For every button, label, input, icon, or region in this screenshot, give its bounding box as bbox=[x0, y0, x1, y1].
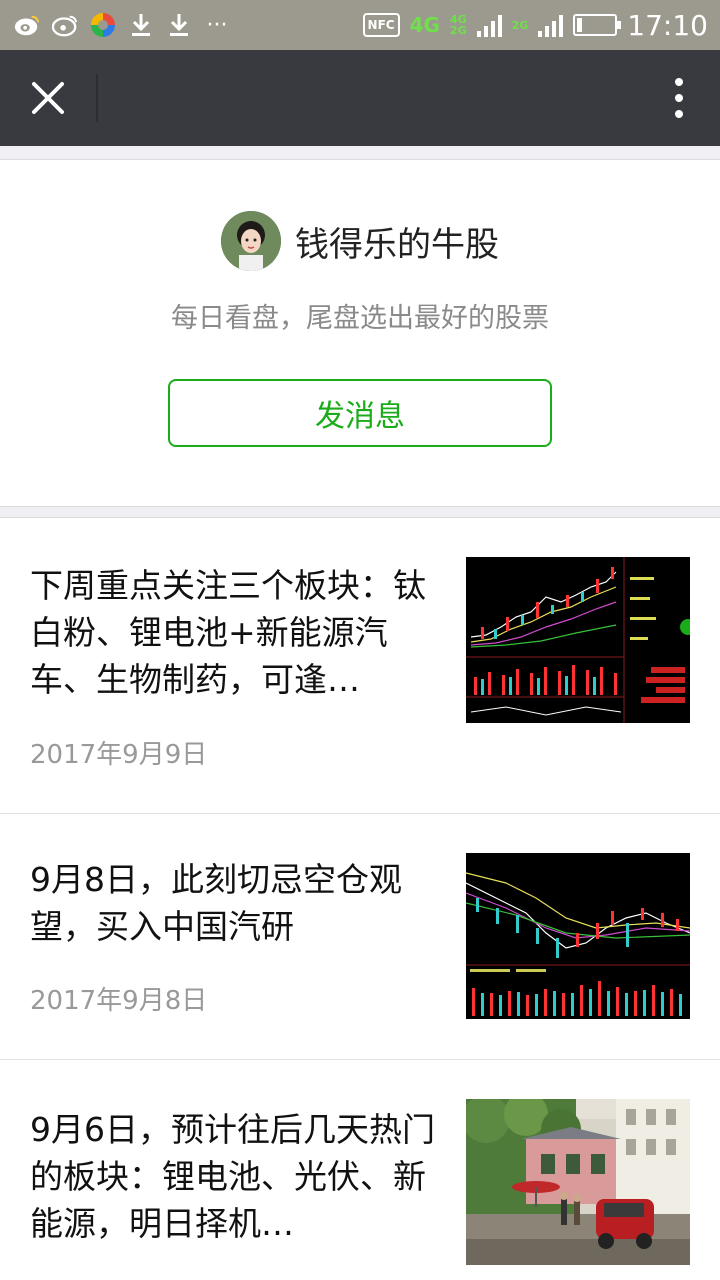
article-item[interactable]: 9月8日，此刻切忌空仓观望，买入中国汽研 2017年9月8日 bbox=[0, 814, 720, 1060]
close-button[interactable] bbox=[20, 70, 76, 126]
street-photo-thumbnail[interactable] bbox=[466, 1099, 690, 1265]
article-date: 2017年9月9日 bbox=[30, 740, 208, 770]
network-2g-label: 2G bbox=[511, 18, 529, 32]
status-bar: ··· NFC 4G 4G 2G 2G 17:10 bbox=[0, 0, 720, 50]
article-item[interactable]: 下周重点关注三个板块：钛白粉、锂电池+新能源汽车、生物制药，可逢… 2017年9… bbox=[0, 518, 720, 814]
download-icon bbox=[128, 12, 154, 38]
title-bar bbox=[0, 50, 720, 146]
signal-bars-icon bbox=[476, 13, 502, 37]
system-status: NFC 4G 4G 2G 2G 17:10 bbox=[362, 6, 708, 44]
weibo-alt-icon bbox=[52, 12, 78, 38]
network-4g-label: 4G bbox=[409, 13, 440, 37]
send-message-button[interactable]: 发消息 bbox=[168, 379, 552, 447]
account-description: 每日看盘，尾盘选出最好的股票 bbox=[171, 303, 549, 334]
article-title[interactable]: 下周重点关注三个板块：钛白粉、锂电池+新能源汽车、生物制药，可逢… bbox=[30, 562, 440, 703]
nfc-indicator: NFC bbox=[362, 13, 400, 37]
article-item[interactable]: 9月6日，预计往后几天热门的板块：锂电池、光伏、新能源，明日择机… bbox=[0, 1060, 720, 1280]
profile-header: 钱得乐的牛股 bbox=[0, 210, 720, 272]
stock-chart-thumbnail[interactable] bbox=[466, 853, 690, 1019]
battery-icon bbox=[573, 14, 622, 36]
signal-bars-secondary-icon bbox=[538, 13, 564, 37]
article-title[interactable]: 9月8日，此刻切忌空仓观望，买入中国汽研 bbox=[30, 856, 440, 952]
section-gap bbox=[0, 506, 720, 518]
avatar[interactable] bbox=[221, 211, 281, 271]
notification-icons: ··· bbox=[14, 8, 230, 42]
profile-card: 钱得乐的牛股 每日看盘，尾盘选出最好的股票 发消息 bbox=[0, 160, 720, 506]
network-stack-bottom: 2G bbox=[449, 24, 467, 37]
title-divider bbox=[96, 74, 98, 122]
stock-chart-thumbnail[interactable] bbox=[466, 557, 690, 723]
more-vertical-icon bbox=[675, 78, 683, 86]
section-gap bbox=[0, 146, 720, 160]
close-icon bbox=[32, 82, 64, 114]
article-title[interactable]: 9月6日，预计往后几天热门的板块：锂电池、光伏、新能源，明日择机… bbox=[30, 1106, 440, 1247]
more-button[interactable] bbox=[664, 74, 694, 122]
account-name[interactable]: 钱得乐的牛股 bbox=[295, 217, 499, 266]
more-notifications-icon: ··· bbox=[206, 12, 228, 38]
clock: 17:10 bbox=[627, 8, 708, 42]
article-date: 2017年9月8日 bbox=[30, 986, 208, 1016]
app-icon bbox=[90, 12, 116, 38]
weibo-icon bbox=[14, 12, 40, 38]
network-stack-label: 4G 2G bbox=[450, 14, 467, 36]
download-icon bbox=[166, 12, 192, 38]
